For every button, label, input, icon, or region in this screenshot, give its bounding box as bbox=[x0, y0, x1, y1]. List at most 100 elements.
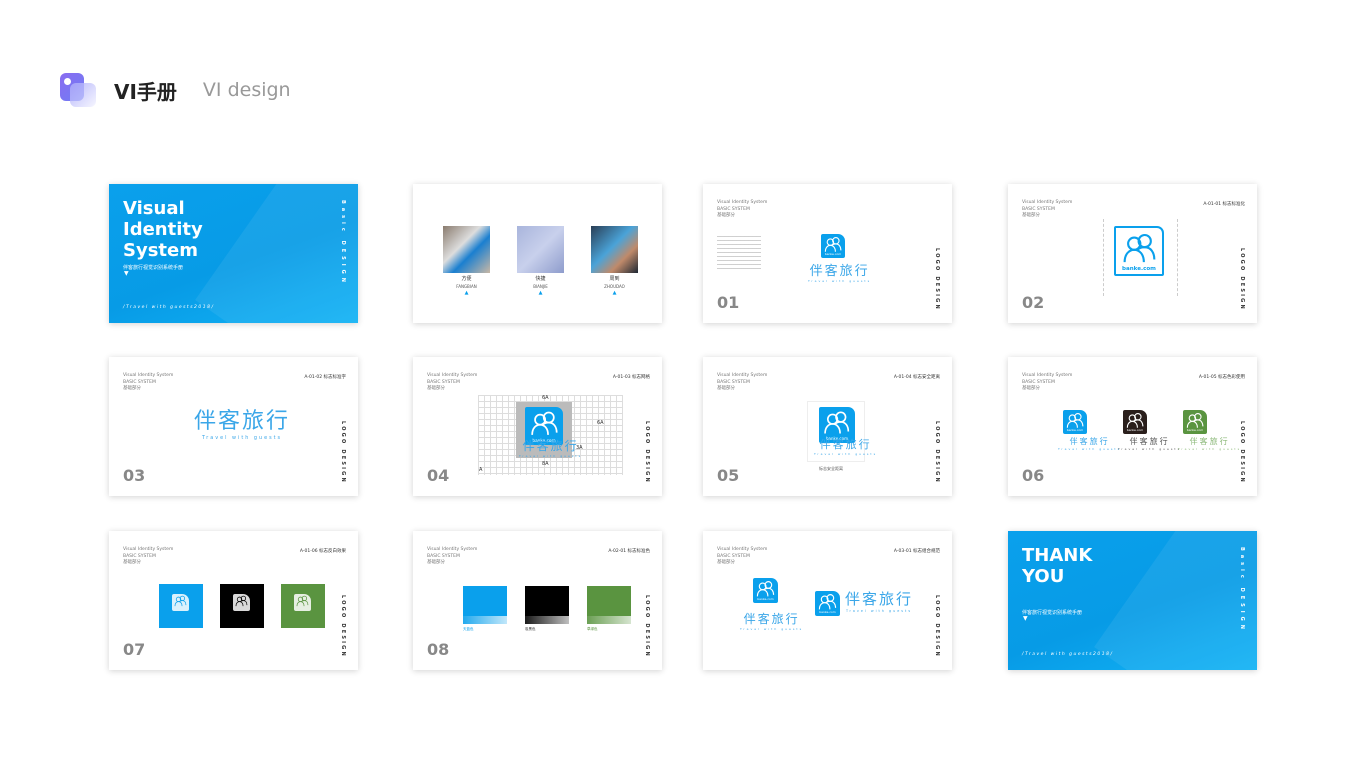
brand-logo-icon: banke.com bbox=[172, 594, 189, 611]
feature-label: 快捷 BIANJIE ▲ bbox=[517, 276, 564, 297]
side-label: LOGO DESIGN bbox=[934, 421, 940, 484]
slide-code: A-01-05 标志色彩使用 bbox=[1198, 375, 1245, 380]
slide-header: Visual Identity System BASIC SYSTEM 基础部分 bbox=[1022, 373, 1072, 393]
slide-header: Visual Identity System BASIC SYSTEM 基础部分 bbox=[427, 547, 477, 567]
brand-cn: 伴客旅行 bbox=[845, 590, 914, 608]
brand-logo-icon: banke.com bbox=[753, 578, 778, 603]
slide-card-6[interactable]: Visual Identity System BASIC SYSTEM 基础部分 A-… bbox=[413, 357, 662, 496]
title-line: System bbox=[123, 240, 198, 261]
triangle-up-icon: ▲ bbox=[464, 290, 469, 296]
page-subtitle: VI design bbox=[202, 79, 291, 101]
cover-title: THANK YOU bbox=[1022, 545, 1092, 587]
header-line: 基础部分 bbox=[717, 560, 735, 565]
tint-strip bbox=[463, 616, 507, 624]
brand-wordmark: 伴客旅行 Travel with guests bbox=[1178, 436, 1241, 451]
slide-card-8[interactable]: Visual Identity System BASIC SYSTEM 基础部分 A-… bbox=[1008, 357, 1257, 496]
brand-cn: 伴客旅行 bbox=[1069, 437, 1110, 446]
feature-en: ZHOUDAO bbox=[604, 284, 625, 289]
header-line: 基础部分 bbox=[427, 560, 445, 565]
slide-number: 03 bbox=[123, 466, 146, 485]
header-line: 基础部分 bbox=[717, 386, 735, 391]
brand-en: Travel with guests bbox=[1058, 447, 1122, 451]
header-line: 基础部分 bbox=[427, 386, 445, 391]
tint-strip bbox=[587, 616, 631, 624]
logo-domain: banke.com bbox=[1066, 428, 1084, 432]
feature-photo bbox=[443, 226, 490, 273]
tint-strip bbox=[525, 616, 569, 624]
page-header: VI手册 VI design bbox=[58, 70, 291, 110]
slide-header: Visual Identity System BASIC SYSTEM 基础部分 bbox=[123, 547, 173, 567]
slide-code: A-03-01 标志组合规范 bbox=[893, 549, 940, 554]
dimension-label: 6A bbox=[542, 395, 549, 401]
side-label: LOGO DESIGN bbox=[934, 595, 940, 658]
triangle-down-icon: ▼ bbox=[1023, 615, 1028, 622]
slide-card-7[interactable]: Visual Identity System BASIC SYSTEM 基础部分 A-… bbox=[703, 357, 952, 496]
slide-code: A-01-02 标志标准字 bbox=[304, 375, 346, 380]
brand-wordmark: 伴客旅行 Travel with guests bbox=[1058, 436, 1121, 451]
app-logo-icon bbox=[58, 71, 96, 109]
brand-en: Travel with guests bbox=[845, 609, 913, 613]
feature-en: FANGBIAN bbox=[456, 284, 477, 289]
brand-en: Travel with guests bbox=[740, 627, 804, 631]
slide-header: Visual Identity System BASIC SYSTEM 基础部分 bbox=[717, 547, 767, 567]
brand-cn: 伴客旅行 bbox=[1129, 437, 1170, 446]
slide-number: 02 bbox=[1022, 293, 1045, 312]
reverse-swatch: banke.com bbox=[159, 584, 203, 628]
slide-number: 05 bbox=[717, 466, 740, 485]
reverse-swatch: banke.com bbox=[281, 584, 325, 628]
feature-photo bbox=[591, 226, 638, 273]
brand-logo-icon: banke.com bbox=[1114, 226, 1164, 276]
feature-cn: 方便 bbox=[461, 276, 472, 282]
slide-card-10[interactable]: Visual Identity System BASIC SYSTEM 基础部分 A-… bbox=[413, 531, 662, 670]
brand-en: Travel with guests bbox=[1118, 447, 1182, 451]
header-line: Visual Identity System bbox=[717, 547, 768, 552]
slide-card-1[interactable]: Visual Identity System 伴客旅行视觉识别系统手册 ▼ /Travel… bbox=[109, 184, 358, 323]
slide-code: A-02-01 标志标准色 bbox=[608, 549, 650, 554]
side-label: LOGO DESIGN bbox=[1239, 421, 1245, 484]
side-label: LOGO DESIGN bbox=[934, 248, 940, 311]
slide-number: 08 bbox=[427, 640, 450, 659]
slide-number: 04 bbox=[427, 466, 450, 485]
slide-card-9[interactable]: Visual Identity System BASIC SYSTEM 基础部分 A-… bbox=[109, 531, 358, 670]
dimension-label: 8A bbox=[542, 461, 549, 467]
slide-code: A-01-01 标志标准化 bbox=[1203, 202, 1245, 207]
brand-logo-icon: banke.com bbox=[233, 594, 250, 611]
brand-logo-icon: banke.com bbox=[821, 234, 845, 258]
cover-subtitle: 伴客旅行视觉识别系统手册 bbox=[123, 265, 184, 271]
slide-card-5[interactable]: Visual Identity System BASIC SYSTEM 基础部分 A-… bbox=[109, 357, 358, 496]
color-name: 草绿色 bbox=[587, 627, 598, 631]
brand-cn: 伴客旅行 bbox=[1189, 437, 1230, 446]
triangle-up-icon: ▲ bbox=[612, 290, 617, 296]
brand-wordmark: 伴客旅行 Travel with guests bbox=[1118, 436, 1181, 451]
slide-header: Visual Identity System BASIC SYSTEM 基础部分 bbox=[123, 373, 173, 393]
brand-logo-icon: banke.com bbox=[294, 594, 311, 611]
slide-card-4[interactable]: Visual Identity System BASIC SYSTEM 基础部分 A-… bbox=[1008, 184, 1257, 323]
slide-card-11[interactable]: Visual Identity System BASIC SYSTEM 基础部分 A-… bbox=[703, 531, 952, 670]
dimension-label: 3A bbox=[576, 445, 583, 451]
slide-code: A-01-06 标志反白效果 bbox=[299, 549, 346, 554]
header-line: Visual Identity System bbox=[123, 373, 174, 378]
slide-card-3[interactable]: Visual Identity System BASIC SYSTEM 基础部分 01… bbox=[703, 184, 952, 323]
brand-wordmark: 伴客旅行 Travel with guests bbox=[194, 403, 290, 441]
slide-number: 06 bbox=[1022, 466, 1045, 485]
color-swatch bbox=[525, 586, 569, 624]
slide-code: A-01-03 标志网格 bbox=[612, 375, 650, 380]
feature-cn: 周到 bbox=[609, 276, 620, 282]
brand-en: Travel with guests bbox=[519, 454, 583, 458]
logo-domain: banke.com bbox=[1186, 428, 1204, 432]
slide-code: A-01-04 标志安全距离 bbox=[893, 375, 940, 380]
header-line: 基础部分 bbox=[1022, 213, 1040, 218]
feature-photo bbox=[517, 226, 564, 273]
header-line: Visual Identity System bbox=[717, 200, 768, 205]
cover-footer: /Travel with guests2018/ bbox=[123, 305, 215, 310]
slide-card-12[interactable]: THANK YOU 伴客旅行视觉识别系统手册 ▼ /Travel with guests… bbox=[1008, 531, 1257, 670]
feature-cn: 快捷 bbox=[535, 276, 546, 282]
brand-cn: 伴客旅行 bbox=[809, 264, 870, 279]
header-line: 基础部分 bbox=[717, 213, 735, 218]
side-label: Basic DESIGN bbox=[340, 200, 346, 286]
logo-domain: banke.com bbox=[824, 252, 842, 256]
header-line: Visual Identity System bbox=[123, 547, 174, 552]
side-label: Basic DESIGN bbox=[1239, 547, 1245, 633]
slide-card-2[interactable]: 方便 FANGBIAN ▲ 快捷 BIANJIE ▲ 周到 ZHOUDAO ▲ bbox=[413, 184, 662, 323]
cover-subtitle: 伴客旅行视觉识别系统手册 bbox=[1022, 610, 1083, 616]
